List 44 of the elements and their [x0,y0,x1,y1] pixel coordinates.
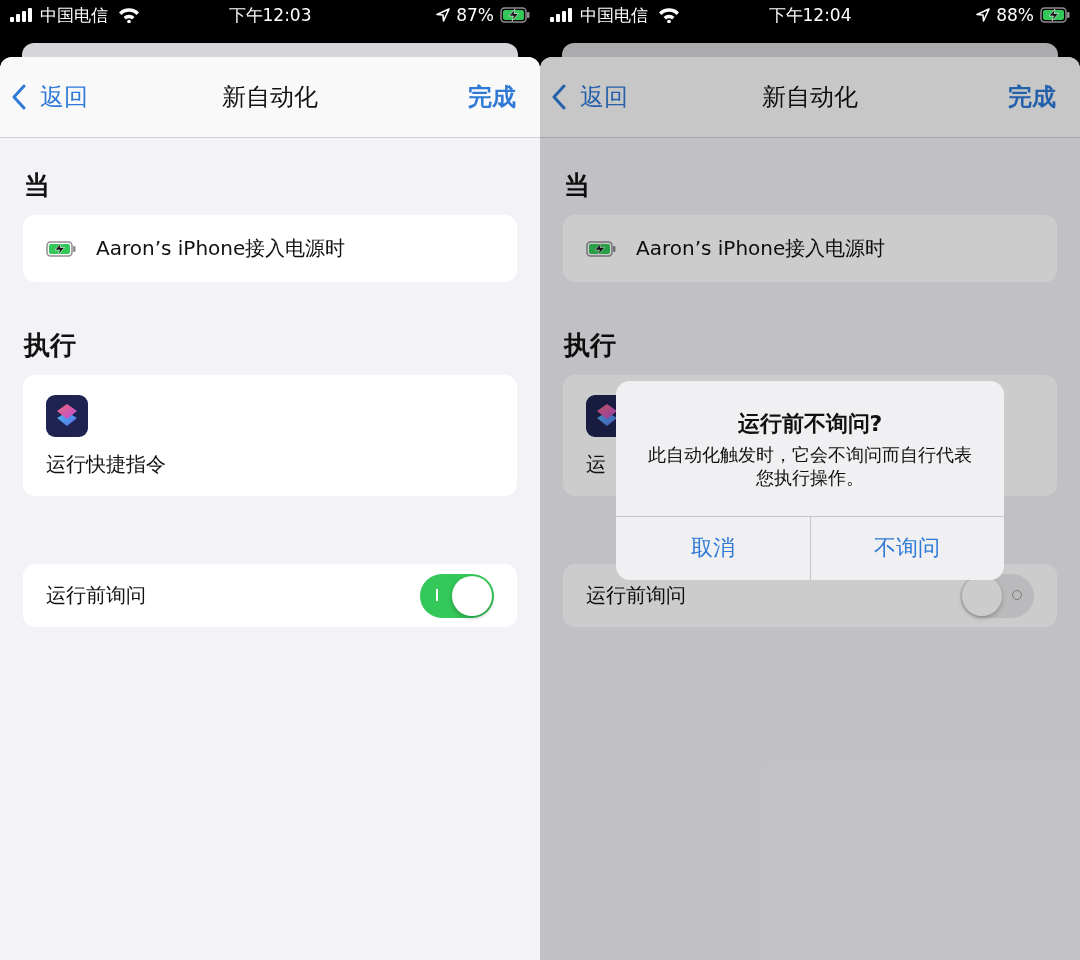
alert-title: 运行前不询问? [737,410,883,438]
toggle-switch[interactable] [420,573,494,618]
screen-title: 新自动化 [221,82,319,113]
section-header: 执行 [564,329,617,362]
back-chevron-icon [12,84,26,110]
signal-icon [10,8,34,22]
location-icon [436,8,451,22]
trigger-card[interactable]: Aaron’s iPhone接入电源时 [23,215,517,282]
toggle-label: 运行前询问 [586,582,686,609]
battery-icon [1040,7,1070,23]
back-button[interactable]: 返回 [12,81,88,113]
wifi-icon [658,7,680,23]
toggle-label: 运行前询问 [46,582,146,609]
battery-percent: 88% [996,5,1034,25]
screen-title: 新自动化 [761,82,859,113]
status-time: 下午12:03 [227,3,313,27]
charging-battery-icon [586,240,616,257]
section-header: 当 [564,169,591,202]
charging-battery-icon [46,240,76,257]
action-card[interactable]: 运行快捷指令 [23,375,517,496]
signal-icon [550,8,574,22]
status-time: 下午12:04 [767,3,853,27]
battery-icon [500,7,530,23]
done-button[interactable]: 完成 [468,81,516,113]
trigger-label: Aaron’s iPhone接入电源时 [636,235,886,262]
section-header: 当 [24,169,51,202]
alert-button[interactable]: 取消 [616,516,810,580]
trigger-label: Aaron’s iPhone接入电源时 [96,235,346,262]
shortcuts-app-icon [46,395,88,437]
carrier-name: 中国电信 [40,3,108,27]
location-icon [976,8,991,22]
back-chevron-icon [552,84,566,110]
action-label: 运行快捷指令 [46,451,166,478]
toggle-switch[interactable] [960,573,1034,618]
back-button[interactable]: 返回 [552,81,628,113]
battery-percent: 87% [456,5,494,25]
trigger-card[interactable]: Aaron’s iPhone接入电源时 [563,215,1057,282]
alert-button[interactable]: 不询问 [809,516,1004,580]
action-label: 运 [586,451,606,478]
alert-message: 此自动化触发时，它会不询问而自行代表您执行操作。 [647,443,973,490]
done-button[interactable]: 完成 [1008,81,1056,113]
carrier-name: 中国电信 [580,3,648,27]
section-header: 执行 [24,329,77,362]
wifi-icon [118,7,140,23]
